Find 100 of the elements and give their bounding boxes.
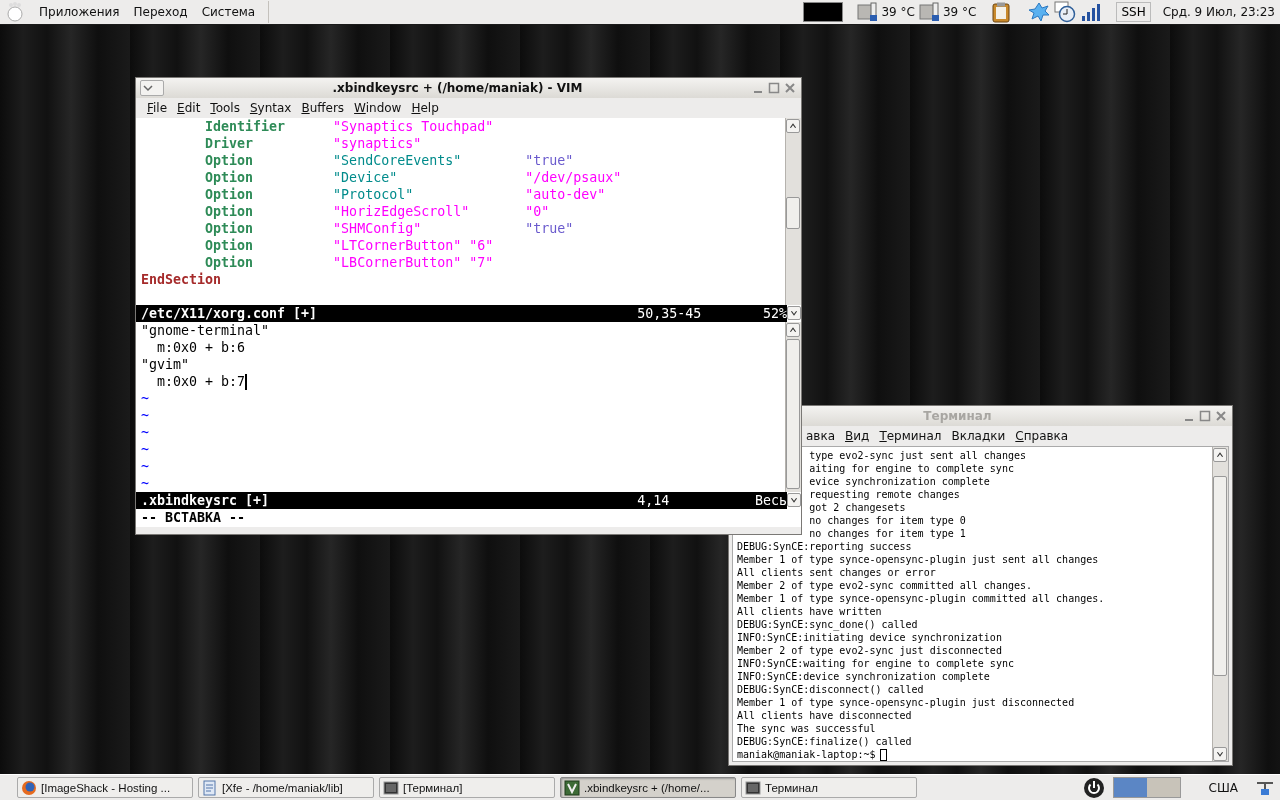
text-line: m:0x0 + b:7 (156, 373, 246, 390)
empty-line-marker: ~ (141, 407, 149, 424)
menu-item[interactable]: File (142, 101, 173, 115)
scroll-position: 52% (761, 305, 787, 322)
string-literal: "LBCornerButton" (333, 254, 462, 271)
window-menu-button[interactable] (140, 80, 164, 96)
text-line: m:0x0 + b:6 (156, 339, 246, 356)
empty-line-marker: ~ (141, 475, 149, 492)
terminal-line: All clients sent changes or error (737, 566, 936, 579)
panel-menu[interactable]: Система (194, 5, 263, 19)
terminal-line: Member 1 of type synce-opensync-plugin committed all changes. (737, 592, 1105, 605)
terminal-line: All clients have disconnected (737, 709, 912, 722)
scroll-up-button[interactable] (1213, 448, 1227, 462)
terminal-line: INFO:SynCE:waiting for engine to complete sync (737, 657, 1014, 670)
menu-item[interactable]: Syntax (244, 101, 297, 115)
string-literal: "synaptics" (333, 135, 422, 152)
clock-icon[interactable] (1054, 1, 1077, 23)
menu-item[interactable]: Window (349, 101, 407, 115)
power-icon[interactable] (1082, 776, 1105, 799)
keyword: Option (205, 169, 255, 186)
app-icon (564, 779, 580, 796)
menu-item[interactable]: Справка (1010, 429, 1074, 443)
menu-item[interactable]: Терминал (874, 429, 947, 443)
terminal-line: requesting remote changes (809, 488, 960, 501)
text-cursor (880, 748, 888, 761)
value-literal: "true" (525, 152, 574, 169)
window-title: .xbindkeysrc + (/home/maniak) - VIM (331, 81, 584, 95)
scrollbar[interactable] (785, 322, 801, 492)
scrollbar-thumb[interactable] (786, 197, 800, 229)
logo-icon[interactable] (4, 1, 26, 23)
string-literal: "LTCornerButton" (333, 237, 462, 254)
file-name: /etc/X11/xorg.conf [+] (141, 305, 319, 322)
terminal-line: aiting for engine to complete sync (809, 462, 1014, 475)
globe-icon (21, 779, 37, 796)
ssh-button[interactable]: SSH (1116, 2, 1151, 22)
value-literal: "/dev/psaux" (525, 169, 622, 186)
scroll-up-button[interactable] (786, 323, 800, 337)
close-button[interactable] (783, 81, 797, 95)
menu-item[interactable]: Вид (840, 429, 875, 443)
menu-item[interactable]: Help (406, 101, 444, 115)
signal-icon[interactable] (1080, 1, 1103, 23)
taskbar-button[interactable]: .xbindkeysrc + (/home/... (560, 777, 736, 798)
string-literal: "Protocol" (333, 186, 415, 203)
scrollbar[interactable] (1212, 447, 1228, 761)
terminal-line: DEBUG:SynCE:reporting success (737, 540, 912, 553)
panel-menu[interactable]: Переход (126, 5, 195, 19)
scroll-down-button[interactable] (787, 493, 801, 507)
string-literal: "Device" (333, 169, 399, 186)
panel-menu[interactable]: Приложения (32, 5, 127, 19)
value-literal: "auto-dev" (525, 186, 606, 203)
splash-icon[interactable] (1028, 1, 1051, 23)
keyword: EndSection (141, 271, 222, 288)
clipboard-icon[interactable] (992, 1, 1011, 23)
workspace-switcher[interactable] (1112, 777, 1181, 798)
keyword: Option (205, 254, 255, 271)
system-monitor-graph[interactable] (803, 2, 844, 22)
taskbar-button[interactable]: [Терминал] (379, 777, 555, 798)
keyboard-layout[interactable]: США (1208, 780, 1238, 795)
menu-item[interactable]: Вкладки (946, 429, 1011, 443)
terminal-line: Member 1 of type synce-opensync-plugin just disconnected (737, 696, 1075, 709)
terminal-line: no changes for item type 0 (809, 514, 966, 527)
taskbar-button[interactable]: [Xfe - /home/maniak/lib] (198, 777, 374, 798)
string-literal: "HorizEdgeScroll" (333, 203, 471, 220)
terminal-icon (745, 779, 761, 796)
terminal-line: The sync was successful (737, 722, 876, 735)
terminal-line: Member 1 of type synce-opensync-plugin just sent all changes (737, 553, 1099, 566)
taskbar-button[interactable]: [ImageShack - Hosting ... (17, 777, 193, 798)
empty-line-marker: ~ (141, 390, 149, 407)
maximize-button[interactable] (1198, 409, 1212, 423)
temperature-reading: 39 °C (881, 5, 915, 19)
string-literal: "Synaptics Touchpad" (333, 118, 494, 135)
keyword: Option (205, 186, 255, 203)
taskbar-button[interactable]: Терминал (741, 777, 917, 798)
scrollbar-thumb[interactable] (786, 339, 800, 489)
menu-item[interactable]: Edit (172, 101, 206, 115)
menu-item[interactable]: Buffers (296, 101, 350, 115)
cursor-position: 4,14 (637, 492, 671, 509)
clock[interactable]: Срд. 9 Июл, 23:23 (1162, 5, 1275, 19)
scrollbar[interactable] (785, 118, 801, 305)
empty-line-marker: ~ (141, 424, 149, 441)
terminal-line: INFO:SynCE:initiating device synchronization (737, 631, 1002, 644)
window-title: Терминал (922, 409, 993, 423)
menu-item[interactable]: авка (801, 429, 841, 443)
scroll-position: Весь (753, 492, 787, 509)
scroll-down-button[interactable] (787, 306, 801, 320)
temperature-reading: 39 °C (942, 5, 977, 19)
keyword: Option (205, 237, 255, 254)
terminal-icon (383, 779, 399, 796)
keyword: Identifier (205, 118, 287, 135)
scrollbar-thumb[interactable] (1213, 476, 1227, 676)
maximize-button[interactable] (767, 81, 781, 95)
close-button[interactable] (1214, 409, 1228, 423)
scroll-down-button[interactable] (1213, 747, 1227, 761)
menu-item[interactable]: Tools (205, 101, 245, 115)
keyword: Option (205, 220, 255, 237)
terminal-line: DEBUG:SynCE:disconnect() called (737, 683, 924, 696)
terminal-line: evice synchronization complete (809, 475, 990, 488)
scroll-up-button[interactable] (786, 119, 800, 133)
value-literal: "7" (469, 254, 494, 271)
text-line: "gnome-terminal" (141, 322, 270, 339)
